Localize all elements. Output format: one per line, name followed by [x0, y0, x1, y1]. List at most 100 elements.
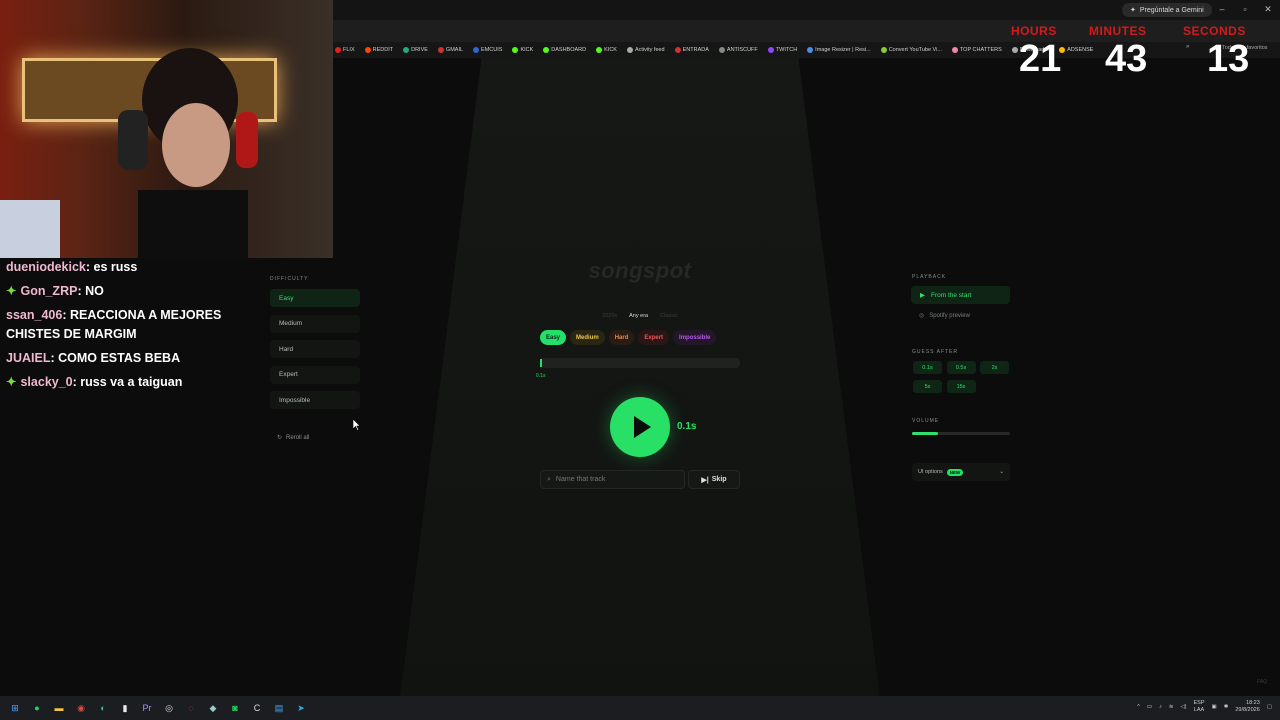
gemini-button[interactable]: ✦ Pregúntale a Gemini — [1122, 3, 1212, 17]
difficulty-option[interactable]: Medium — [270, 314, 360, 333]
countdown-timer: HOURS MINUTES SECONDS 21 43 13 — [1005, 24, 1280, 84]
progress-track[interactable] — [540, 358, 740, 368]
bookmark-label: GMAIL — [445, 47, 464, 53]
guess-after-option[interactable]: 0.5s — [946, 361, 976, 374]
difficulty-option[interactable]: Easy — [270, 289, 360, 307]
windows-start-icon[interactable]: ⊞ — [8, 701, 22, 715]
skip-button[interactable]: ▶| Skip — [688, 470, 740, 489]
bookmark-favicon-icon — [403, 47, 410, 53]
track-search-input[interactable]: ⌕ Name that track — [540, 470, 685, 489]
guess-after-option[interactable]: 2s — [980, 361, 1009, 374]
play-button[interactable] — [610, 397, 670, 457]
bookmark-item[interactable]: KICK — [512, 47, 533, 53]
guess-after-option[interactable]: 5s — [913, 380, 942, 393]
difficulty-chip[interactable]: Medium — [570, 330, 605, 345]
bookmark-label: Convert YouTube Vi... — [888, 47, 942, 53]
bookmark-favicon-icon — [880, 47, 887, 53]
bookmark-item[interactable]: GMAIL — [437, 47, 464, 53]
document-icon[interactable]: ▮ — [118, 701, 132, 715]
chrome-icon[interactable]: ◉ — [74, 701, 88, 715]
notifications-icon[interactable]: ▢ — [1267, 704, 1272, 710]
bookmark-label: TWITCH — [775, 47, 798, 53]
streamer-figure — [118, 48, 258, 258]
bookmark-item[interactable]: FLIX — [335, 47, 355, 53]
difficulty-chip[interactable]: Easy — [540, 330, 567, 345]
spotify-small-icon: ◎ — [919, 313, 925, 319]
play-duration: 0.1s — [677, 421, 697, 432]
bookmark-favicon-icon — [543, 47, 550, 53]
seconds-label: SECONDS — [1183, 24, 1246, 38]
edge-icon[interactable]: ◐ — [96, 701, 110, 715]
from-start-option[interactable]: ▶ From the start — [911, 286, 1010, 304]
bluetooth-icon[interactable]: ✱ — [1224, 704, 1229, 710]
windows-taskbar: ⊞ ● ▬ ◉ ◐ ▮ Pr ◎ ◌ ◆ ◙ C ▤ ➤ — [0, 696, 1280, 720]
bookmark-item[interactable]: Activity feed — [626, 47, 665, 53]
display-icon[interactable]: ▣ — [1212, 704, 1217, 710]
volume-icon[interactable]: ◁) — [1180, 704, 1186, 710]
ui-options-dropdown[interactable]: UI options NEW ⌄ — [912, 463, 1010, 481]
spotify-icon[interactable]: ● — [30, 701, 44, 715]
obs-icon[interactable]: ◎ — [162, 701, 176, 715]
difficulty-option[interactable]: Impossible — [270, 391, 360, 409]
chat-text: NO — [85, 284, 104, 298]
bookmark-item[interactable]: Image Resizer | Resi... — [807, 47, 871, 53]
steam-icon[interactable]: ◆ — [206, 701, 220, 715]
bookmark-label: DASHBOARD — [551, 47, 587, 53]
bookmark-item[interactable]: EMCUIS — [473, 47, 502, 53]
guess-after-option[interactable]: 0.1s — [913, 361, 942, 374]
clock[interactable]: 18:23 29/8/2026 — [1235, 700, 1259, 714]
bookmark-item[interactable]: Convert YouTube Vi... — [880, 47, 942, 53]
difficulty-chip[interactable]: Impossible — [673, 330, 717, 345]
notepad-icon[interactable]: ▤ — [272, 701, 286, 715]
bookmark-favicon-icon — [596, 47, 603, 53]
minimize-icon[interactable]: – — [1215, 4, 1229, 14]
difficulty-panel-title: DIFFICULTY — [270, 276, 309, 282]
premiere-icon[interactable]: Pr — [140, 701, 154, 715]
bookmark-item[interactable]: KICK — [596, 47, 617, 53]
wifi-icon[interactable]: ≋ — [1169, 704, 1174, 710]
era-option[interactable]: Any era — [629, 313, 648, 319]
webcam-feed — [0, 0, 333, 258]
whatsapp-icon[interactable]: ◙ — [228, 701, 242, 715]
maximize-icon[interactable]: ▫ — [1238, 4, 1252, 14]
spotify-preview-option[interactable]: ◎ Spotify preview — [919, 312, 970, 320]
reroll-all-button[interactable]: ↻ Reroll all — [277, 434, 309, 442]
bookmark-item[interactable]: ENTRADA — [674, 47, 709, 53]
capture-icon[interactable]: ◌ — [184, 701, 198, 715]
faq-link[interactable]: FAQ — [1257, 679, 1267, 685]
bookmark-item[interactable]: ANTISCUFF — [718, 47, 758, 53]
bookmark-item[interactable]: TOP CHATTERS — [951, 47, 1002, 53]
bookmark-item[interactable]: DASHBOARD — [543, 47, 586, 53]
difficulty-option[interactable]: Hard — [270, 340, 360, 358]
close-icon[interactable]: ✕ — [1261, 4, 1275, 15]
telegram-icon[interactable]: ➤ — [294, 701, 308, 715]
app-logo: songspot — [588, 258, 692, 283]
bookmark-item[interactable]: DRIVE — [403, 47, 428, 53]
bookmark-label: FLIX — [343, 47, 355, 53]
difficulty-option[interactable]: Expert — [270, 365, 360, 384]
difficulty-chip[interactable]: Hard — [608, 330, 635, 345]
language-code: ESP — [1193, 700, 1205, 706]
system-tray: ^ ▭ ♪ ≋ ◁) ESP LAA ▣ ✱ 18:23 29/8/2026 ▢ — [1137, 700, 1272, 714]
chevron-up-icon[interactable]: ^ — [1137, 704, 1140, 710]
language-indicator[interactable]: ESP LAA — [1194, 700, 1205, 714]
minutes-value: 43 — [1105, 38, 1148, 80]
era-option[interactable]: 2020s — [602, 313, 617, 319]
bookmark-item[interactable]: REDDIT — [364, 47, 393, 53]
ccleaner-icon[interactable]: C — [250, 701, 264, 715]
mouse-cursor-icon — [353, 419, 361, 431]
era-option[interactable]: Classic — [660, 313, 678, 319]
sparkle-icon: ✦ — [1130, 7, 1136, 14]
bookmark-label: KICK — [604, 47, 617, 53]
guess-after-option[interactable]: 15s — [946, 380, 976, 393]
file-explorer-icon[interactable]: ▬ — [52, 701, 66, 715]
volume-fill — [912, 432, 939, 435]
bookmark-label: Image Resizer | Resi... — [815, 47, 871, 53]
chat-message: ✦ slacky_0: russ va a taiguan — [6, 375, 183, 389]
microphone-icon[interactable]: ♪ — [1159, 704, 1162, 710]
bookmark-item[interactable]: TWITCH — [767, 47, 798, 53]
network-icon[interactable]: ▭ — [1147, 704, 1152, 710]
progress-label: 0.1s — [536, 373, 546, 379]
difficulty-chip[interactable]: Expert — [638, 330, 670, 345]
bookmark-favicon-icon — [437, 47, 444, 53]
